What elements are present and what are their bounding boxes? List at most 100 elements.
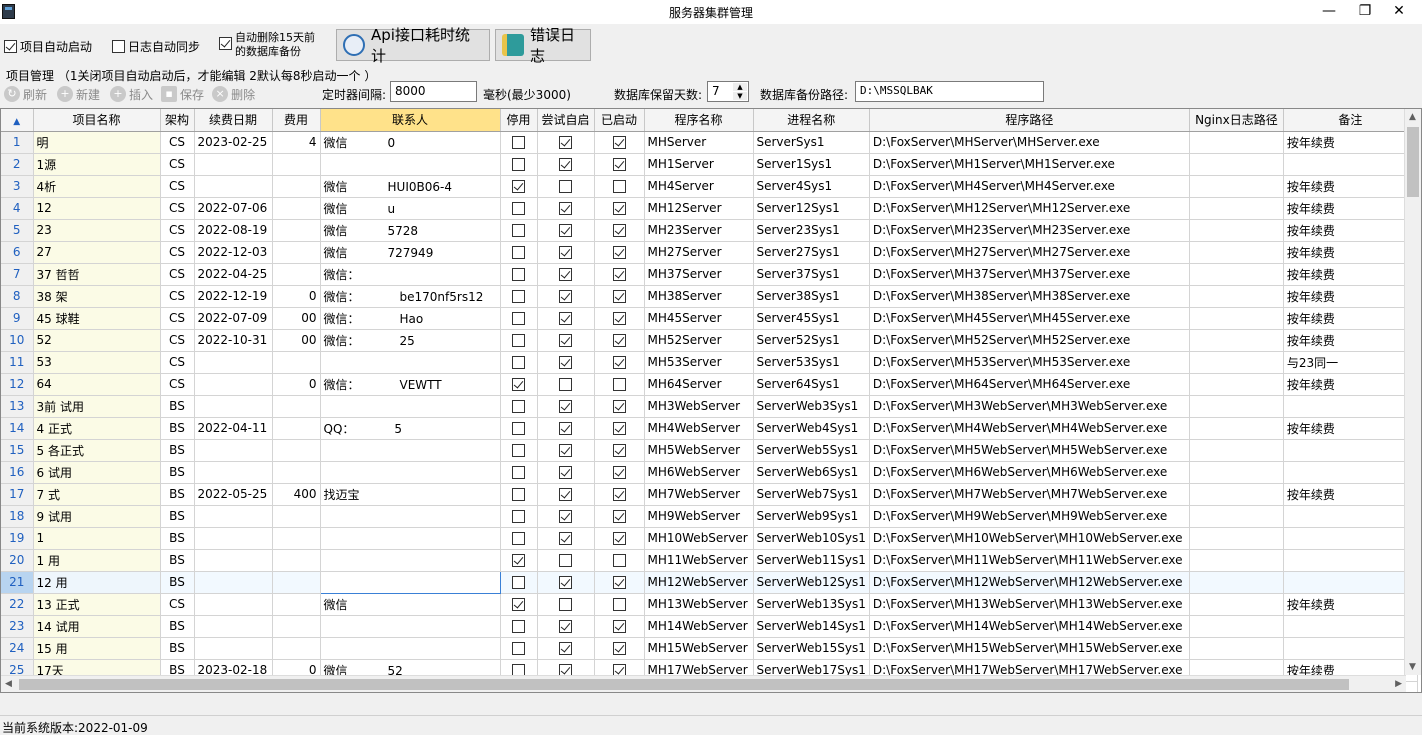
fee-cell[interactable]: 00 xyxy=(272,307,321,330)
try-autostart-checkbox[interactable] xyxy=(559,356,572,369)
arch-cell[interactable]: CS xyxy=(160,593,195,616)
note-cell[interactable] xyxy=(1283,153,1418,176)
started-cell[interactable] xyxy=(594,153,645,176)
try-autostart-checkbox[interactable] xyxy=(559,620,572,633)
process-name-cell[interactable]: ServerWeb15Sys1 xyxy=(753,637,870,660)
renew-date-cell[interactable] xyxy=(194,153,273,176)
arch-cell[interactable]: CS xyxy=(160,175,195,198)
started-cell[interactable] xyxy=(594,219,645,242)
fee-cell[interactable] xyxy=(272,351,321,374)
started-cell[interactable] xyxy=(594,637,645,660)
program-path-cell[interactable]: D:\FoxServer\MH12Server\MH12Server.exe xyxy=(869,197,1190,220)
renew-date-cell[interactable]: 2022-07-06 xyxy=(194,197,273,220)
process-name-cell[interactable]: ServerWeb9Sys1 xyxy=(753,505,870,528)
row-number[interactable]: 18 xyxy=(1,505,34,528)
disabled-cell[interactable] xyxy=(500,153,538,176)
program-name-cell[interactable]: MH4Server xyxy=(644,175,754,198)
started-checkbox[interactable] xyxy=(612,642,626,655)
program-name-cell[interactable]: MH11WebServer xyxy=(644,549,754,572)
process-name-cell[interactable]: Server64Sys1 xyxy=(753,373,870,396)
started-cell[interactable] xyxy=(594,373,645,396)
disabled-cell[interactable] xyxy=(500,263,538,286)
fee-cell[interactable] xyxy=(272,395,321,418)
started-cell[interactable] xyxy=(594,395,645,418)
arch-cell[interactable]: BS xyxy=(160,483,195,506)
fee-cell[interactable] xyxy=(272,153,321,176)
table-row[interactable]: 6 27 CS 2022-12-03 微信 727949 MH27Server Server2… xyxy=(1,241,1418,264)
arch-cell[interactable]: BS xyxy=(160,637,195,660)
started-cell[interactable] xyxy=(594,241,645,264)
disabled-cell[interactable] xyxy=(500,439,538,462)
fee-cell[interactable]: 00 xyxy=(272,329,321,352)
disabled-checkbox[interactable] xyxy=(512,466,525,479)
try-autostart-cell[interactable] xyxy=(537,307,595,330)
note-cell[interactable]: 按年续费 xyxy=(1283,219,1418,242)
fee-cell[interactable] xyxy=(272,461,321,484)
nginx-log-path-cell[interactable] xyxy=(1189,175,1284,198)
started-cell[interactable] xyxy=(594,285,645,308)
row-number[interactable]: 20 xyxy=(1,549,34,572)
project-name-cell[interactable]: 37 哲哲 xyxy=(33,263,161,286)
process-name-cell[interactable]: ServerWeb3Sys1 xyxy=(753,395,870,418)
renew-date-cell[interactable] xyxy=(194,439,273,462)
table-row[interactable]: 17 7 式 BS 2022-05-25 400 找迈宝 MH7WebServer Serve… xyxy=(1,483,1418,506)
started-checkbox[interactable] xyxy=(612,268,626,281)
nginx-log-path-cell[interactable] xyxy=(1189,219,1284,242)
renew-date-cell[interactable] xyxy=(194,615,273,638)
project-name-cell[interactable]: 明 xyxy=(33,131,161,154)
try-autostart-cell[interactable] xyxy=(537,241,595,264)
table-row[interactable]: 14 4 正式 BS 2022-04-11 QQ： 5 MH4WebServer Server… xyxy=(1,417,1418,440)
vertical-scroll-thumb[interactable] xyxy=(1407,127,1419,197)
disabled-cell[interactable] xyxy=(500,593,538,616)
keep-days-spinner[interactable]: 7 ▲ ▼ xyxy=(707,81,749,102)
try-autostart-checkbox[interactable] xyxy=(559,246,572,259)
disabled-cell[interactable] xyxy=(500,219,538,242)
nginx-log-path-cell[interactable] xyxy=(1189,505,1284,528)
started-checkbox[interactable] xyxy=(612,158,626,171)
nginx-log-path-cell[interactable] xyxy=(1189,549,1284,572)
row-number[interactable]: 9 xyxy=(1,307,34,330)
try-autostart-checkbox[interactable] xyxy=(559,268,572,281)
renew-date-cell[interactable] xyxy=(194,395,273,418)
table-row[interactable]: 23 14 试用 BS MH14WebServer ServerWeb14Sys1 D:\… xyxy=(1,615,1418,638)
started-checkbox[interactable] xyxy=(612,576,626,589)
contact-cell[interactable]: 微信： Hao xyxy=(320,307,501,330)
contact-cell[interactable]: 微信： 25 xyxy=(320,329,501,352)
note-cell[interactable]: 按年续费 xyxy=(1283,329,1418,352)
timer-input[interactable]: 8000 xyxy=(390,81,477,102)
row-number[interactable]: 22 xyxy=(1,593,34,616)
nginx-log-path-cell[interactable] xyxy=(1189,461,1284,484)
fee-cell[interactable] xyxy=(272,593,321,616)
arch-cell[interactable]: CS xyxy=(160,197,195,220)
process-name-cell[interactable]: Server52Sys1 xyxy=(753,329,870,352)
try-autostart-checkbox[interactable] xyxy=(559,554,572,567)
started-checkbox[interactable] xyxy=(612,488,626,501)
program-path-cell[interactable]: D:\FoxServer\MH27Server\MH27Server.exe xyxy=(869,241,1190,264)
disabled-cell[interactable] xyxy=(500,571,538,594)
fee-cell[interactable] xyxy=(272,439,321,462)
disabled-checkbox[interactable] xyxy=(512,312,525,325)
program-name-cell[interactable]: MH9WebServer xyxy=(644,505,754,528)
disabled-cell[interactable] xyxy=(500,417,538,440)
project-name-cell[interactable]: 52 xyxy=(33,329,161,352)
row-number[interactable]: 2 xyxy=(1,153,34,176)
program-name-cell[interactable]: MH38Server xyxy=(644,285,754,308)
try-autostart-cell[interactable] xyxy=(537,483,595,506)
api-stats-button[interactable]: Api接口耗时统计 xyxy=(336,26,490,65)
project-name-cell[interactable]: 5 各正式 xyxy=(33,439,161,462)
try-autostart-cell[interactable] xyxy=(537,263,595,286)
row-number[interactable]: 21 xyxy=(1,571,34,594)
delete-button[interactable]: × 删除 xyxy=(212,83,255,105)
contact-cell[interactable] xyxy=(320,505,501,528)
disabled-cell[interactable] xyxy=(500,615,538,638)
program-path-cell[interactable]: D:\FoxServer\MH14WebServer\MH14WebServer… xyxy=(869,615,1190,638)
row-number[interactable]: 3 xyxy=(1,175,34,198)
row-number[interactable]: 13 xyxy=(1,395,34,418)
try-autostart-checkbox[interactable] xyxy=(559,466,572,479)
started-checkbox[interactable] xyxy=(612,422,626,435)
try-autostart-cell[interactable] xyxy=(537,527,595,550)
note-cell[interactable]: 按年续费 xyxy=(1283,417,1418,440)
column-header[interactable]: 联系人 xyxy=(320,109,501,132)
renew-date-cell[interactable]: 2022-04-25 xyxy=(194,263,273,286)
arch-cell[interactable]: CS xyxy=(160,153,195,176)
